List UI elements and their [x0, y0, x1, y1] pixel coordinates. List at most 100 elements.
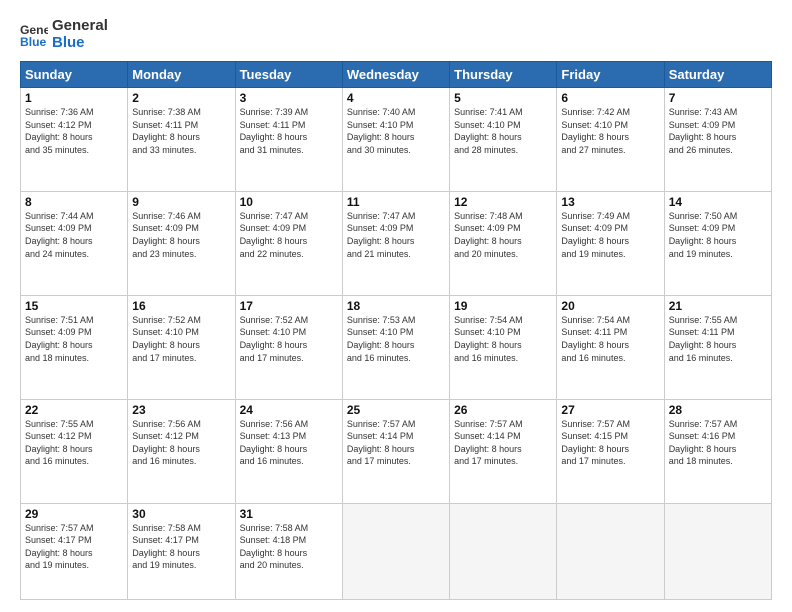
day-info: Sunrise: 7:36 AM Sunset: 4:12 PM Dayligh… — [25, 106, 123, 156]
day-info: Sunrise: 7:39 AM Sunset: 4:11 PM Dayligh… — [240, 106, 338, 156]
day-number: 20 — [561, 299, 659, 313]
calendar-day-cell: 9Sunrise: 7:46 AM Sunset: 4:09 PM Daylig… — [128, 191, 235, 295]
day-info: Sunrise: 7:56 AM Sunset: 4:13 PM Dayligh… — [240, 418, 338, 468]
day-info: Sunrise: 7:57 AM Sunset: 4:16 PM Dayligh… — [669, 418, 767, 468]
day-number: 30 — [132, 507, 230, 521]
day-info: Sunrise: 7:52 AM Sunset: 4:10 PM Dayligh… — [240, 314, 338, 364]
day-number: 25 — [347, 403, 445, 417]
page: General Blue General Blue Sunday Monday … — [0, 0, 792, 612]
header-tuesday: Tuesday — [235, 62, 342, 88]
calendar-day-cell — [450, 503, 557, 599]
day-number: 8 — [25, 195, 123, 209]
day-info: Sunrise: 7:48 AM Sunset: 4:09 PM Dayligh… — [454, 210, 552, 260]
day-info: Sunrise: 7:54 AM Sunset: 4:10 PM Dayligh… — [454, 314, 552, 364]
day-number: 21 — [669, 299, 767, 313]
logo: General Blue General Blue — [20, 18, 108, 51]
calendar-day-cell: 11Sunrise: 7:47 AM Sunset: 4:09 PM Dayli… — [342, 191, 449, 295]
day-info: Sunrise: 7:58 AM Sunset: 4:18 PM Dayligh… — [240, 522, 338, 572]
calendar-day-cell: 8Sunrise: 7:44 AM Sunset: 4:09 PM Daylig… — [21, 191, 128, 295]
day-info: Sunrise: 7:57 AM Sunset: 4:14 PM Dayligh… — [347, 418, 445, 468]
header-thursday: Thursday — [450, 62, 557, 88]
day-number: 6 — [561, 91, 659, 105]
day-info: Sunrise: 7:47 AM Sunset: 4:09 PM Dayligh… — [347, 210, 445, 260]
logo-icon: General Blue — [20, 21, 48, 49]
day-info: Sunrise: 7:49 AM Sunset: 4:09 PM Dayligh… — [561, 210, 659, 260]
calendar-day-cell — [664, 503, 771, 599]
day-number: 11 — [347, 195, 445, 209]
calendar-day-cell: 22Sunrise: 7:55 AM Sunset: 4:12 PM Dayli… — [21, 399, 128, 503]
calendar-day-cell: 5Sunrise: 7:41 AM Sunset: 4:10 PM Daylig… — [450, 88, 557, 192]
calendar-day-cell: 20Sunrise: 7:54 AM Sunset: 4:11 PM Dayli… — [557, 295, 664, 399]
calendar-day-cell: 26Sunrise: 7:57 AM Sunset: 4:14 PM Dayli… — [450, 399, 557, 503]
calendar-day-cell: 24Sunrise: 7:56 AM Sunset: 4:13 PM Dayli… — [235, 399, 342, 503]
day-info: Sunrise: 7:40 AM Sunset: 4:10 PM Dayligh… — [347, 106, 445, 156]
calendar-day-cell: 31Sunrise: 7:58 AM Sunset: 4:18 PM Dayli… — [235, 503, 342, 599]
day-number: 4 — [347, 91, 445, 105]
calendar-day-cell: 7Sunrise: 7:43 AM Sunset: 4:09 PM Daylig… — [664, 88, 771, 192]
day-number: 13 — [561, 195, 659, 209]
day-number: 14 — [669, 195, 767, 209]
calendar-day-cell: 4Sunrise: 7:40 AM Sunset: 4:10 PM Daylig… — [342, 88, 449, 192]
header-wednesday: Wednesday — [342, 62, 449, 88]
calendar-day-cell: 18Sunrise: 7:53 AM Sunset: 4:10 PM Dayli… — [342, 295, 449, 399]
calendar-day-cell: 29Sunrise: 7:57 AM Sunset: 4:17 PM Dayli… — [21, 503, 128, 599]
day-info: Sunrise: 7:56 AM Sunset: 4:12 PM Dayligh… — [132, 418, 230, 468]
calendar-day-cell: 27Sunrise: 7:57 AM Sunset: 4:15 PM Dayli… — [557, 399, 664, 503]
calendar-day-cell: 23Sunrise: 7:56 AM Sunset: 4:12 PM Dayli… — [128, 399, 235, 503]
calendar-day-cell: 15Sunrise: 7:51 AM Sunset: 4:09 PM Dayli… — [21, 295, 128, 399]
day-number: 16 — [132, 299, 230, 313]
day-number: 23 — [132, 403, 230, 417]
day-info: Sunrise: 7:57 AM Sunset: 4:15 PM Dayligh… — [561, 418, 659, 468]
calendar-table: Sunday Monday Tuesday Wednesday Thursday… — [20, 61, 772, 600]
calendar-day-cell: 1Sunrise: 7:36 AM Sunset: 4:12 PM Daylig… — [21, 88, 128, 192]
day-number: 2 — [132, 91, 230, 105]
day-info: Sunrise: 7:52 AM Sunset: 4:10 PM Dayligh… — [132, 314, 230, 364]
day-number: 22 — [25, 403, 123, 417]
calendar-week-row: 29Sunrise: 7:57 AM Sunset: 4:17 PM Dayli… — [21, 503, 772, 599]
calendar-day-cell: 19Sunrise: 7:54 AM Sunset: 4:10 PM Dayli… — [450, 295, 557, 399]
day-number: 12 — [454, 195, 552, 209]
calendar-day-cell — [342, 503, 449, 599]
calendar-day-cell: 13Sunrise: 7:49 AM Sunset: 4:09 PM Dayli… — [557, 191, 664, 295]
calendar-day-cell: 6Sunrise: 7:42 AM Sunset: 4:10 PM Daylig… — [557, 88, 664, 192]
weekday-header-row: Sunday Monday Tuesday Wednesday Thursday… — [21, 62, 772, 88]
day-number: 27 — [561, 403, 659, 417]
day-number: 17 — [240, 299, 338, 313]
calendar-day-cell: 3Sunrise: 7:39 AM Sunset: 4:11 PM Daylig… — [235, 88, 342, 192]
day-info: Sunrise: 7:58 AM Sunset: 4:17 PM Dayligh… — [132, 522, 230, 572]
day-info: Sunrise: 7:54 AM Sunset: 4:11 PM Dayligh… — [561, 314, 659, 364]
day-number: 9 — [132, 195, 230, 209]
calendar-week-row: 15Sunrise: 7:51 AM Sunset: 4:09 PM Dayli… — [21, 295, 772, 399]
day-number: 15 — [25, 299, 123, 313]
day-info: Sunrise: 7:41 AM Sunset: 4:10 PM Dayligh… — [454, 106, 552, 156]
day-number: 28 — [669, 403, 767, 417]
day-number: 7 — [669, 91, 767, 105]
calendar-day-cell: 10Sunrise: 7:47 AM Sunset: 4:09 PM Dayli… — [235, 191, 342, 295]
calendar-day-cell: 2Sunrise: 7:38 AM Sunset: 4:11 PM Daylig… — [128, 88, 235, 192]
logo-text-blue: Blue — [52, 35, 85, 52]
day-info: Sunrise: 7:53 AM Sunset: 4:10 PM Dayligh… — [347, 314, 445, 364]
svg-text:Blue: Blue — [20, 35, 47, 49]
day-number: 24 — [240, 403, 338, 417]
day-number: 18 — [347, 299, 445, 313]
calendar-week-row: 1Sunrise: 7:36 AM Sunset: 4:12 PM Daylig… — [21, 88, 772, 192]
day-info: Sunrise: 7:55 AM Sunset: 4:11 PM Dayligh… — [669, 314, 767, 364]
day-number: 3 — [240, 91, 338, 105]
day-info: Sunrise: 7:38 AM Sunset: 4:11 PM Dayligh… — [132, 106, 230, 156]
calendar-day-cell: 30Sunrise: 7:58 AM Sunset: 4:17 PM Dayli… — [128, 503, 235, 599]
day-info: Sunrise: 7:55 AM Sunset: 4:12 PM Dayligh… — [25, 418, 123, 468]
calendar-day-cell: 25Sunrise: 7:57 AM Sunset: 4:14 PM Dayli… — [342, 399, 449, 503]
day-info: Sunrise: 7:50 AM Sunset: 4:09 PM Dayligh… — [669, 210, 767, 260]
day-number: 10 — [240, 195, 338, 209]
day-info: Sunrise: 7:57 AM Sunset: 4:14 PM Dayligh… — [454, 418, 552, 468]
day-info: Sunrise: 7:51 AM Sunset: 4:09 PM Dayligh… — [25, 314, 123, 364]
calendar-day-cell: 16Sunrise: 7:52 AM Sunset: 4:10 PM Dayli… — [128, 295, 235, 399]
day-info: Sunrise: 7:57 AM Sunset: 4:17 PM Dayligh… — [25, 522, 123, 572]
calendar-day-cell: 14Sunrise: 7:50 AM Sunset: 4:09 PM Dayli… — [664, 191, 771, 295]
day-number: 19 — [454, 299, 552, 313]
calendar-week-row: 22Sunrise: 7:55 AM Sunset: 4:12 PM Dayli… — [21, 399, 772, 503]
day-number: 26 — [454, 403, 552, 417]
day-info: Sunrise: 7:43 AM Sunset: 4:09 PM Dayligh… — [669, 106, 767, 156]
day-number: 29 — [25, 507, 123, 521]
day-info: Sunrise: 7:47 AM Sunset: 4:09 PM Dayligh… — [240, 210, 338, 260]
